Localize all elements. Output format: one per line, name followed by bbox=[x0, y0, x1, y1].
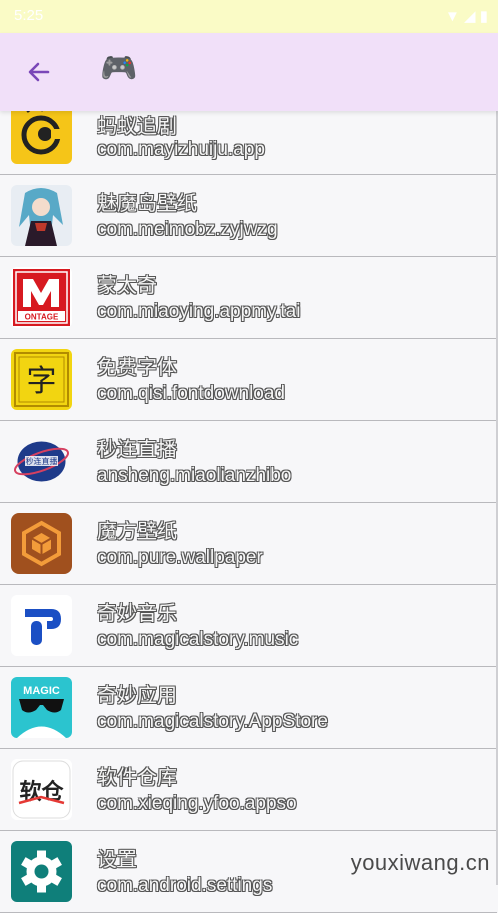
app-name: 魔方壁纸 bbox=[97, 519, 177, 543]
status-time: 5:25 bbox=[14, 7, 44, 24]
svg-text:MAGIC: MAGIC bbox=[23, 685, 60, 697]
app-row-magicalstory-appstore[interactable]: MAGIC 奇妙应用 com.magicalstory.AppStore bbox=[0, 667, 497, 749]
app-package: com.mayizhuiju.app bbox=[97, 139, 265, 160]
svg-text:字: 字 bbox=[27, 364, 57, 399]
cube-icon bbox=[11, 513, 72, 574]
font-icon: 字 bbox=[11, 349, 72, 410]
app-package: com.miaoying.appmy.tai bbox=[97, 301, 301, 322]
app-name: 免费字体 bbox=[97, 355, 177, 379]
app-row-xieqing-appso[interactable]: 软仓 软件仓库 com.xieqing.yfoo.appso bbox=[0, 749, 497, 831]
app-name: 设置 bbox=[97, 847, 137, 871]
app-name: 奇妙应用 bbox=[97, 683, 177, 707]
music-icon bbox=[11, 595, 72, 656]
watermark: youxiwang.cn bbox=[350, 850, 490, 875]
app-package: com.xieqing.yfoo.appso bbox=[97, 793, 297, 814]
app-row-miaolianzhibo[interactable]: 秒连直播 秒连直播 ansheng.miaolianzhibo bbox=[0, 421, 497, 503]
app-name: 奇妙音乐 bbox=[97, 601, 177, 625]
magic-icon: MAGIC bbox=[11, 677, 72, 738]
app-name: 魅魔岛壁纸 bbox=[97, 191, 197, 215]
app-package: com.magicalstory.AppStore bbox=[97, 711, 328, 732]
software-store-icon: 软仓 bbox=[11, 759, 72, 820]
live-icon: 秒连直播 bbox=[11, 431, 72, 492]
app-list: 蚂蚁追剧 com.mayizhuiju.app 魅魔岛壁纸 com.meimob… bbox=[0, 92, 497, 913]
app-name: 软件仓库 bbox=[97, 765, 177, 789]
app-row-qisi[interactable]: 字 免费字体 com.qisi.fontdownload bbox=[0, 339, 497, 421]
arrow-left-icon bbox=[28, 62, 50, 82]
app-row-pure-wallpaper[interactable]: 魔方壁纸 com.pure.wallpaper bbox=[0, 503, 497, 585]
status-bar: 5:25 ▼ ◢ ▮ bbox=[0, 0, 498, 33]
app-row-magicalstory-music[interactable]: 奇妙音乐 com.magicalstory.music bbox=[0, 585, 497, 667]
app-package: com.android.settings bbox=[97, 875, 273, 896]
anime-girl-icon bbox=[11, 185, 72, 246]
app-package: ansheng.miaolianzhibo bbox=[97, 465, 292, 486]
back-button[interactable] bbox=[24, 57, 54, 87]
app-package: com.meimobz.zyjwzg bbox=[97, 219, 278, 240]
status-icons: ▼ ◢ ▮ bbox=[445, 8, 488, 25]
app-row-miaoying[interactable]: ONTAGE 蒙太奇 com.miaoying.appmy.tai bbox=[0, 257, 497, 339]
settings-icon bbox=[11, 841, 72, 902]
montage-icon: ONTAGE bbox=[11, 267, 72, 328]
app-name: 蒙太奇 bbox=[97, 273, 157, 297]
app-package: com.pure.wallpaper bbox=[97, 547, 263, 568]
app-bar: 🎮 bbox=[0, 33, 498, 111]
ant-icon bbox=[11, 107, 72, 164]
gamepad-icon: 🎮 bbox=[100, 51, 138, 86]
app-package: com.magicalstory.music bbox=[97, 629, 299, 650]
svg-text:ONTAGE: ONTAGE bbox=[25, 313, 59, 322]
app-name: 秒连直播 bbox=[97, 437, 177, 461]
svg-text:秒连直播: 秒连直播 bbox=[26, 456, 58, 466]
app-name: 蚂蚁追剧 bbox=[97, 114, 177, 138]
app-package: com.qisi.fontdownload bbox=[97, 383, 285, 404]
app-row-meimobz[interactable]: 魅魔岛壁纸 com.meimobz.zyjwzg bbox=[0, 175, 497, 257]
